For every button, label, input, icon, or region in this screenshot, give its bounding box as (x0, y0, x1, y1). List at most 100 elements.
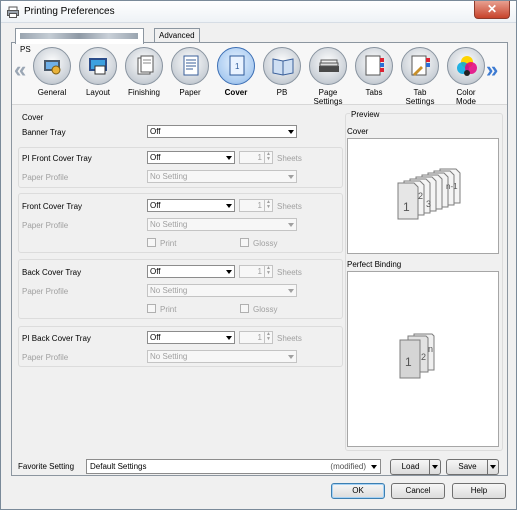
pi-back-cover-tray-label: PI Back Cover Tray (22, 334, 91, 343)
layout-icon (89, 58, 107, 75)
front-cover-tray-select[interactable]: Off (147, 199, 235, 212)
chevron-down-icon (288, 223, 294, 227)
window-title: Printing Preferences (24, 6, 115, 17)
chevron-down-icon (371, 465, 377, 469)
nav-finishing[interactable]: Finishing (122, 47, 166, 103)
preview-pb-page-1: 1 (405, 355, 412, 369)
front-paper-profile-select[interactable]: No Setting (147, 218, 297, 231)
tab-main[interactable]: PS (15, 28, 144, 54)
chevron-down-icon (288, 130, 294, 134)
preview-title: Preview (350, 110, 381, 119)
front-print-checkbox[interactable] (147, 238, 156, 247)
save-dropdown-icon[interactable] (487, 460, 498, 474)
tab-main-label: PS (20, 45, 31, 54)
perfect-binding-diagram: 1 2 n (399, 333, 435, 379)
cover-preview-diagram: 1 2 3 n-1 (397, 168, 461, 220)
front-paper-profile-label: Paper Profile (22, 221, 69, 230)
pi-front-sheets-label: Sheets (277, 154, 302, 163)
printing-preferences-window: Printing Preferences ✕ PS Advanced « Gen… (0, 0, 517, 510)
save-button[interactable]: Save (446, 459, 499, 475)
nav-label: General (37, 88, 67, 97)
nav-label: Tabs (365, 88, 383, 97)
cancel-button[interactable]: Cancel (391, 483, 445, 499)
front-paper-profile-value: No Setting (150, 220, 188, 229)
scroll-right-icon[interactable]: » (486, 57, 498, 83)
preview-pb-page-2: 2 (421, 352, 426, 362)
chevron-down-icon (288, 289, 294, 293)
banner-tray-select[interactable]: Off (147, 125, 297, 138)
stepper-arrows-icon[interactable]: ▲ ▼ (264, 152, 272, 163)
tabs-icon (365, 55, 384, 76)
pi-front-paper-profile-select[interactable]: No Setting (147, 170, 297, 183)
banner-tray-label: Banner Tray (22, 128, 66, 137)
favorite-setting-select[interactable]: Default Settings (modified) (86, 459, 381, 474)
pb-icon (272, 58, 294, 76)
back-glossy-checkbox[interactable] (240, 304, 249, 313)
paper-icon (183, 55, 199, 76)
pi-front-sheets-stepper[interactable]: 1 ▲ ▼ (239, 151, 273, 164)
back-cover-tray-value: Off (150, 267, 161, 276)
settings-panel: « General Layout Finishing Paper 1 Cover (11, 42, 508, 476)
nav-label: PB (276, 88, 288, 97)
color-mode-icon (457, 56, 477, 76)
pi-back-paper-profile-select[interactable]: No Setting (147, 350, 297, 363)
back-paper-profile-value: No Setting (150, 286, 188, 295)
svg-text:1: 1 (235, 62, 240, 71)
front-sheets-stepper[interactable]: 1 ▲ ▼ (239, 199, 273, 212)
preview-cover-page-3: 3 (426, 199, 431, 209)
stepper-arrows-icon[interactable]: ▲ ▼ (264, 266, 272, 277)
tab-settings-icon (411, 55, 430, 76)
front-glossy-checkbox[interactable] (240, 238, 249, 247)
back-paper-profile-label: Paper Profile (22, 287, 69, 296)
nav-tabs[interactable]: Tabs (352, 47, 396, 103)
back-cover-tray-select[interactable]: Off (147, 265, 235, 278)
cover-section-title: Cover (22, 113, 44, 122)
nav-label-color: Color (456, 88, 476, 97)
front-glossy-label: Glossy (253, 239, 278, 248)
load-button[interactable]: Load (390, 459, 441, 475)
load-button-label: Load (401, 462, 420, 471)
favorite-setting-value: Default Settings (90, 462, 147, 471)
pi-back-sheets-stepper[interactable]: 1 ▲ ▼ (239, 331, 273, 344)
nav-layout[interactable]: Layout (76, 47, 120, 103)
title-bar: Printing Preferences ✕ (1, 1, 516, 23)
scroll-left-icon[interactable]: « (14, 57, 26, 83)
stepper-arrows-icon[interactable]: ▲ ▼ (264, 332, 272, 343)
close-button[interactable]: ✕ (474, 1, 510, 19)
pi-front-paper-profile-value: No Setting (150, 172, 188, 181)
pi-back-cover-tray-value: Off (150, 333, 161, 342)
pi-front-cover-tray-select[interactable]: Off (147, 151, 235, 164)
nav-page-settings[interactable]: Page Settings (306, 47, 350, 106)
back-sheets-stepper[interactable]: 1 ▲ ▼ (239, 265, 273, 278)
nav-paper[interactable]: Paper (168, 47, 212, 103)
pi-front-cover-tray-value: Off (150, 153, 161, 162)
chevron-down-icon (288, 175, 294, 179)
nav-pb[interactable]: PB (260, 47, 304, 103)
nav-label: Tab Settings (405, 88, 435, 106)
back-sheets-value: 1 (257, 267, 262, 276)
function-icon-bar: « General Layout Finishing Paper 1 Cover (12, 43, 507, 106)
cover-preview-pane: 1 2 3 n-1 (347, 138, 499, 254)
general-icon (44, 60, 61, 75)
pi-front-paper-profile-label: Paper Profile (22, 173, 69, 182)
pi-front-cover-tray-label: PI Front Cover Tray (22, 154, 92, 163)
chevron-down-icon (226, 156, 232, 160)
back-paper-profile-select[interactable]: No Setting (147, 284, 297, 297)
preview-cover-label: Cover (347, 127, 369, 136)
perfect-binding-label: Perfect Binding (347, 260, 402, 269)
pi-back-cover-tray-select[interactable]: Off (147, 331, 235, 344)
cover-icon: 1 (229, 55, 245, 76)
stepper-arrows-icon[interactable]: ▲ ▼ (264, 200, 272, 211)
nav-color-mode[interactable]: Color Mode (444, 47, 488, 106)
nav-label: Layout (85, 88, 111, 97)
help-button[interactable]: Help (452, 483, 506, 499)
nav-cover[interactable]: 1 Cover (214, 47, 258, 103)
pi-back-paper-profile-label: Paper Profile (22, 353, 69, 362)
back-print-checkbox[interactable] (147, 304, 156, 313)
tab-advanced[interactable]: Advanced (154, 28, 200, 43)
load-dropdown-icon[interactable] (429, 460, 440, 474)
favorite-modified-indicator: (modified) (330, 462, 366, 471)
nav-general[interactable]: General (30, 47, 74, 103)
nav-tab-settings[interactable]: Tab Settings (398, 47, 442, 106)
ok-button[interactable]: OK (331, 483, 385, 499)
